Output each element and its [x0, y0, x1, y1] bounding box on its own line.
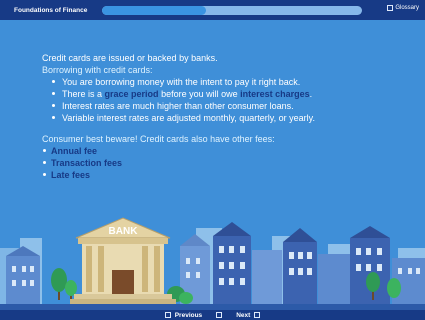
fees-heading: Consumer best beware! Credit cards also … — [42, 134, 275, 144]
subheading: Borrowing with credit cards: — [42, 65, 153, 75]
grace-period-term[interactable]: grace period — [105, 89, 159, 99]
glossary-icon — [387, 5, 394, 11]
next-label: Next — [236, 311, 251, 319]
glossary-button[interactable]: Glossary — [387, 5, 419, 11]
footer-nav: Previous Next — [0, 310, 425, 320]
intro-text: Credit cards are issued or backed by ban… — [42, 53, 218, 63]
glossary-label: Glossary — [395, 5, 419, 11]
fees-list: Annual fee Transaction fees Late fees — [42, 145, 402, 181]
list-item: Interest rates are much higher than othe… — [52, 100, 402, 112]
previous-label: Previous — [174, 311, 203, 319]
next-icon — [254, 312, 261, 318]
interest-charges-term[interactable]: interest charges — [240, 89, 310, 99]
next-button[interactable]: Next — [236, 311, 261, 319]
fee-late[interactable]: Late fees — [42, 169, 402, 181]
lesson-content: Credit cards are issued or backed by ban… — [42, 52, 402, 181]
list-item: You are borrowing money with the intent … — [52, 76, 402, 88]
top-bar: Foundations of Finance Glossary — [0, 0, 425, 20]
progress-fill — [102, 5, 206, 15]
previous-icon — [164, 312, 171, 318]
fee-annual[interactable]: Annual fee — [42, 145, 402, 157]
borrowing-list: You are borrowing money with the intent … — [42, 76, 402, 124]
app-title: Foundations of Finance — [14, 6, 88, 14]
list-item: Variable interest rates are adjusted mon… — [52, 112, 402, 124]
fee-transaction[interactable]: Transaction fees — [42, 157, 402, 169]
city-skyline-illustration: BANK — [0, 217, 425, 310]
progress-bar — [102, 5, 362, 15]
pager-indicator — [216, 312, 223, 318]
list-item: There is a grace period before you will … — [52, 88, 402, 100]
bank-sign: BANK — [109, 226, 139, 237]
previous-button[interactable]: Previous — [164, 311, 203, 319]
